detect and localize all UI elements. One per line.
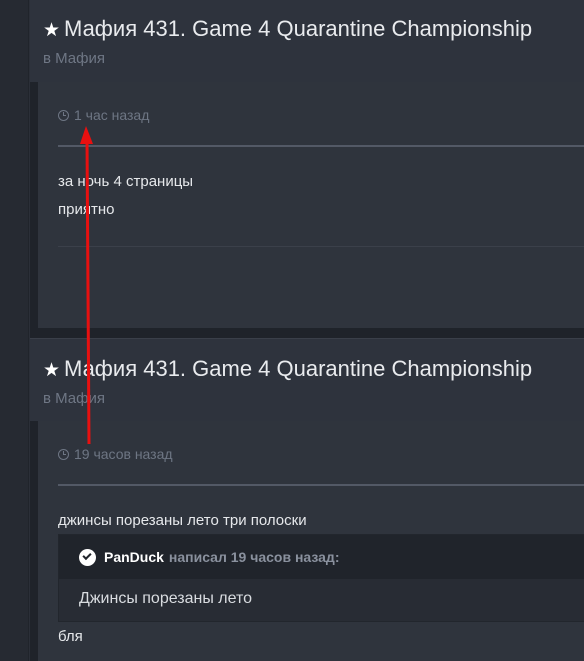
annotation-arrow [80, 126, 93, 445]
arrow-head [80, 126, 93, 144]
arrow-shaft [85, 137, 91, 445]
